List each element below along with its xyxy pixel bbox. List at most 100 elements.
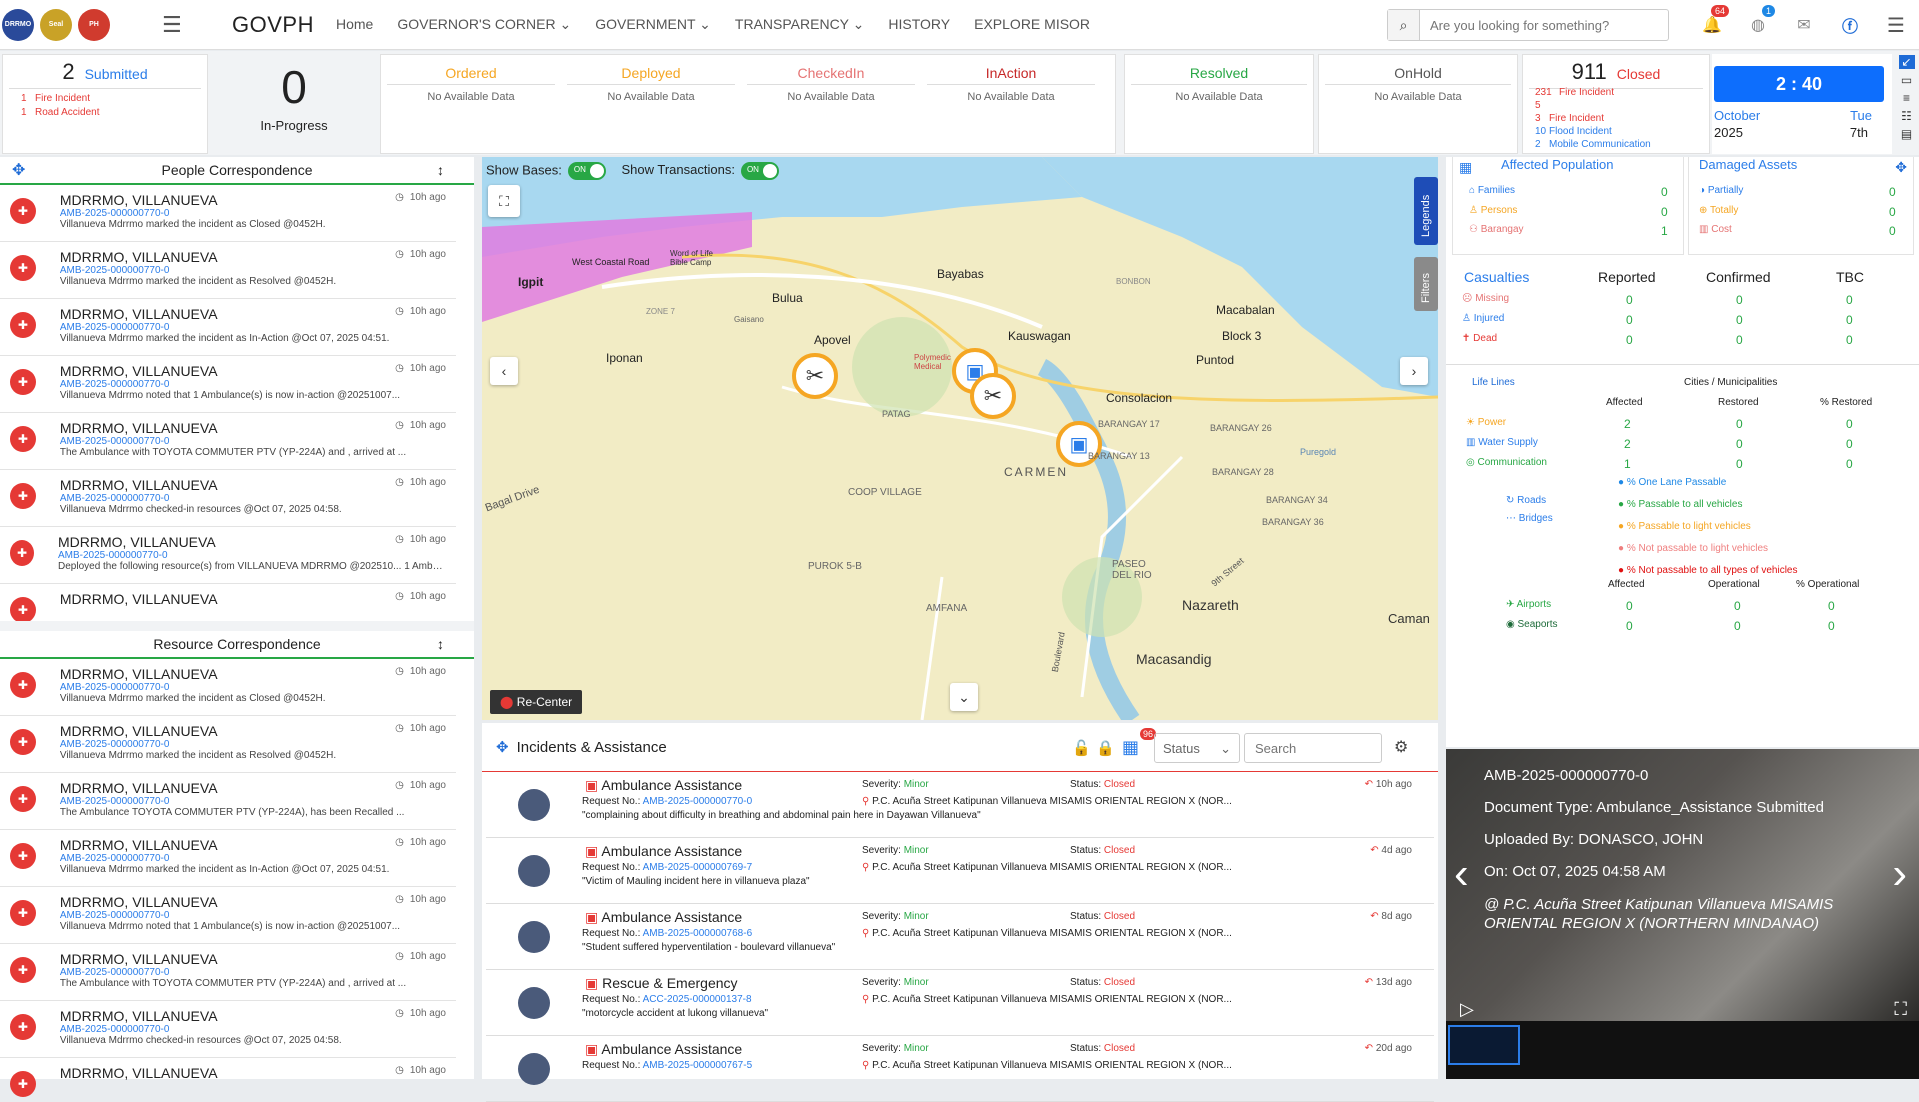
- request-no-link[interactable]: AMB-2025-000000768-6: [643, 928, 753, 939]
- transaction-id-link[interactable]: AMB-2025-000000770-0: [60, 682, 446, 693]
- map-prev-arrow-icon[interactable]: ‹: [490, 357, 518, 385]
- filter-icon[interactable]: ≡: [1903, 91, 1910, 105]
- correspondence-item[interactable]: ✚ MDRRMO, VILLANUEVA AMB-2025-000000770-0 V…: [0, 356, 456, 413]
- incidents-list[interactable]: ▣ Ambulance Assistance Request No.: AMB-2…: [482, 772, 1438, 1102]
- transaction-id-link[interactable]: AMB-2025-000000770-0: [58, 550, 446, 561]
- unlock-icon[interactable]: 🔓: [1072, 739, 1091, 757]
- play-icon[interactable]: ▷: [1460, 999, 1474, 1020]
- request-no-link[interactable]: AMB-2025-000000769-7: [643, 862, 753, 873]
- global-search-input[interactable]: [1420, 10, 1660, 40]
- nav-governors-corner[interactable]: GOVERNOR'S CORNER ⌄: [397, 16, 571, 33]
- request-no-link[interactable]: AMB-2025-000000770-0: [643, 796, 753, 807]
- search-icon[interactable]: ⌕: [1388, 10, 1420, 40]
- show-bases-toggle[interactable]: [567, 162, 606, 180]
- map-collapse-arrow-icon[interactable]: ⌄: [950, 683, 978, 711]
- map-next-arrow-icon[interactable]: ›: [1400, 357, 1428, 385]
- nav-history[interactable]: HISTORY: [888, 16, 950, 33]
- correspondence-item[interactable]: ✚ MDRRMO, VILLANUEVA AMB-2025-000000770-0 V…: [0, 242, 456, 299]
- incident-row[interactable]: ▣ Ambulance Assistance Request No.: AMB-2…: [486, 772, 1434, 838]
- nav-home[interactable]: Home: [336, 16, 373, 33]
- transaction-id-link[interactable]: AMB-2025-000000770-0: [60, 208, 446, 219]
- chat-icon[interactable]: ▭: [1901, 73, 1912, 87]
- recenter-button[interactable]: ⬤ Re-Center: [490, 690, 583, 714]
- correspondence-item[interactable]: ✚ MDRRMO, VILLANUEVA AMB-2025-000000770-0 T…: [0, 773, 456, 830]
- expand-icon[interactable]: ↙: [1898, 55, 1915, 69]
- incidents-search-input[interactable]: [1244, 733, 1382, 763]
- transaction-id-link[interactable]: AMB-2025-000000770-0: [60, 265, 446, 276]
- brand-mini-logo[interactable]: ⓕ: [1827, 13, 1873, 37]
- transaction-id-link[interactable]: AMB-2025-000000770-0: [60, 493, 446, 504]
- lock-icon[interactable]: 🔒: [1096, 739, 1115, 757]
- nav-government[interactable]: GOVERNMENT ⌄: [595, 16, 711, 33]
- correspondence-item[interactable]: ✚ MDRRMO, VILLANUEVA AMB-2025-000000770-0 V…: [0, 659, 456, 716]
- show-transactions-toggle[interactable]: [740, 162, 779, 180]
- correspondence-item[interactable]: ✚ MDRRMO, VILLANUEVA ◷ 10h ago: [0, 1058, 456, 1097]
- nav-transparency[interactable]: TRANSPARENCY ⌄: [735, 16, 864, 33]
- transaction-id-link[interactable]: AMB-2025-000000770-0: [60, 853, 446, 864]
- closed-card[interactable]: 911 Closed 231 Fire Incident 5 3 Fire Inci…: [1522, 54, 1710, 154]
- list-icon[interactable]: ☷: [1901, 109, 1912, 123]
- next-slide-icon[interactable]: ›: [1892, 849, 1907, 899]
- people-correspondence-list[interactable]: ✚ MDRRMO, VILLANUEVA AMB-2025-000000770-0 V…: [0, 185, 474, 621]
- hamburger-menu-icon[interactable]: ☰: [162, 12, 202, 38]
- request-no-link[interactable]: ACC-2025-000000137-8: [643, 994, 752, 1005]
- brand-title[interactable]: GOVPH: [232, 12, 314, 38]
- correspondence-item[interactable]: ✚ MDRRMO, VILLANUEVA AMB-2025-000000770-0 V…: [0, 830, 456, 887]
- status-filter-select[interactable]: Status ⌄: [1154, 733, 1240, 763]
- deployed-card[interactable]: Deployed No Available Data: [561, 55, 741, 103]
- correspondence-item[interactable]: ✚ MDRRMO, VILLANUEVA AMB-2025-000000770-0 V…: [0, 1001, 456, 1058]
- transaction-id-link[interactable]: AMB-2025-000000770-0: [60, 967, 446, 978]
- resource-correspondence-list[interactable]: ✚ MDRRMO, VILLANUEVA AMB-2025-000000770-0 V…: [0, 659, 474, 1097]
- settings-gear-icon[interactable]: ⚙: [1394, 737, 1408, 757]
- notification-bell-icon[interactable]: 🔔 64: [1689, 5, 1735, 35]
- transaction-id-link[interactable]: AMB-2025-000000770-0: [60, 436, 446, 447]
- inaction-card[interactable]: InAction No Available Data: [921, 55, 1101, 103]
- move-icon[interactable]: ✥: [1895, 159, 1907, 176]
- mail-icon[interactable]: ✉: [1781, 15, 1827, 35]
- incident-marker-rescue-icon[interactable]: ✂: [792, 353, 838, 399]
- ordered-card[interactable]: Ordered No Available Data: [381, 55, 561, 103]
- correspondence-item[interactable]: ✚ MDRRMO, VILLANUEVA AMB-2025-000000770-0 T…: [0, 944, 456, 1001]
- thumbnail-item[interactable]: [1448, 1025, 1520, 1065]
- move-icon[interactable]: ✥: [12, 160, 25, 180]
- inprogress-card[interactable]: 0 In-Progress: [210, 54, 378, 154]
- legends-tab[interactable]: Legends: [1414, 177, 1438, 245]
- transaction-id-link[interactable]: AMB-2025-000000770-0: [60, 910, 446, 921]
- closed-items-scroller[interactable]: 231 Fire Incident 5 3 Fire Incident 10 Floo…: [1523, 86, 1709, 150]
- menu-icon[interactable]: ☰: [1873, 13, 1919, 38]
- nav-explore-misor[interactable]: EXPLORE MISOR: [974, 16, 1090, 33]
- correspondence-item[interactable]: ✚ MDRRMO, VILLANUEVA AMB-2025-000000770-0 V…: [0, 299, 456, 356]
- chart-icon[interactable]: ▤: [1901, 127, 1912, 141]
- correspondence-item[interactable]: ✚ MDRRMO, VILLANUEVA ◷ 10h ago: [0, 584, 456, 621]
- incident-marker-rescue-icon[interactable]: ✂: [970, 373, 1016, 419]
- transaction-id-link[interactable]: AMB-2025-000000770-0: [60, 739, 446, 750]
- fullscreen-icon[interactable]: ⛶: [1894, 999, 1907, 1020]
- filters-tab[interactable]: Filters: [1414, 257, 1438, 311]
- correspondence-item[interactable]: ✚ MDRRMO, VILLANUEVA AMB-2025-000000770-0 V…: [0, 716, 456, 773]
- transaction-id-link[interactable]: AMB-2025-000000770-0: [60, 1024, 446, 1035]
- incident-map[interactable]: Show Bases: Show Transactions: ⛶ Legends…: [482, 157, 1438, 720]
- request-no-link[interactable]: AMB-2025-000000767-5: [643, 1060, 753, 1071]
- drrmo-logo[interactable]: DRRMO: [2, 8, 34, 41]
- move-icon[interactable]: ✥: [496, 738, 509, 756]
- checkedin-card[interactable]: CheckedIn No Available Data: [741, 55, 921, 103]
- prev-slide-icon[interactable]: ‹: [1454, 849, 1469, 899]
- transaction-id-link[interactable]: AMB-2025-000000770-0: [60, 379, 446, 390]
- resolved-card[interactable]: Resolved No Available Data: [1124, 54, 1314, 154]
- correspondence-item[interactable]: ✚ MDRRMO, VILLANUEVA AMB-2025-000000770-0 T…: [0, 413, 456, 470]
- incident-row[interactable]: ▣ Ambulance Assistance Request No.: AMB-2…: [486, 904, 1434, 970]
- fullscreen-icon[interactable]: ⛶: [488, 185, 520, 217]
- onhold-card[interactable]: OnHold No Available Data: [1318, 54, 1518, 154]
- submitted-card[interactable]: 2 Submitted 1 Fire Incident 1 Road Acciden…: [2, 54, 208, 154]
- resize-icon[interactable]: ↕: [437, 636, 444, 652]
- correspondence-item[interactable]: ✚ MDRRMO, VILLANUEVA AMB-2025-000000770-0 V…: [0, 185, 456, 242]
- incident-row[interactable]: ▣ Ambulance Assistance Request No.: AMB-2…: [486, 1036, 1434, 1102]
- correspondence-item[interactable]: ✚ MDRRMO, VILLANUEVA AMB-2025-000000770-0 D…: [0, 527, 456, 584]
- incident-row[interactable]: ▣ Ambulance Assistance Request No.: AMB-2…: [486, 838, 1434, 904]
- globe-icon[interactable]: ◍ 1: [1735, 5, 1781, 35]
- transaction-id-link[interactable]: AMB-2025-000000770-0: [60, 322, 446, 333]
- grid-view-icon[interactable]: ▦: [1122, 737, 1139, 758]
- transaction-id-link[interactable]: AMB-2025-000000770-0: [60, 796, 446, 807]
- resize-icon[interactable]: ↕: [437, 162, 444, 178]
- correspondence-item[interactable]: ✚ MDRRMO, VILLANUEVA AMB-2025-000000770-0 V…: [0, 470, 456, 527]
